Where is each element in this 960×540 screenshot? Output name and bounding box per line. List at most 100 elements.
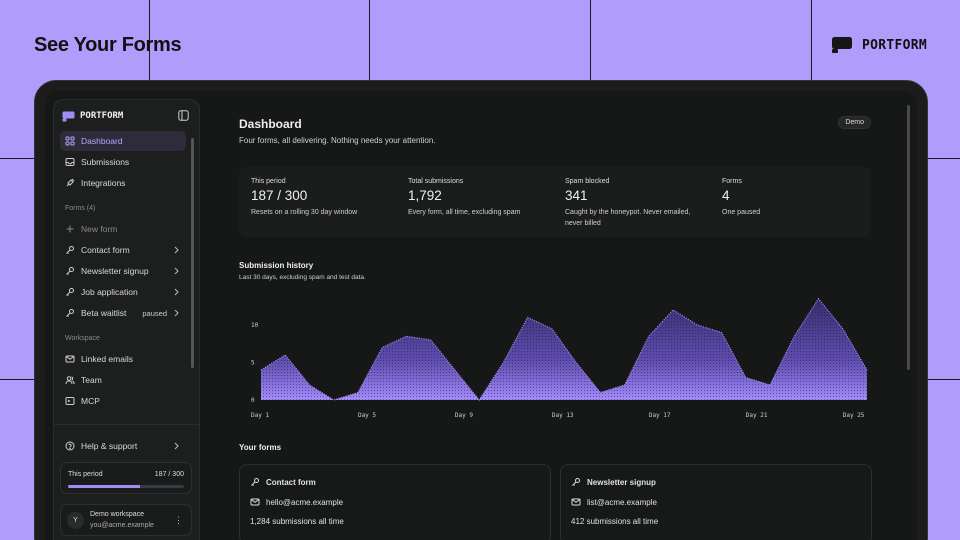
stat-this-period: This period 187 / 300 Resets on a rollin… [251, 178, 386, 218]
sidebar-toggle-icon[interactable] [178, 110, 189, 121]
form-card-contact[interactable]: Contact form hello@acme.example 1,284 su… [239, 464, 551, 540]
key-icon [572, 478, 580, 486]
form-card-title-row: Newsletter signup [571, 477, 656, 487]
x-tick-label: Day 5 [358, 412, 376, 419]
form-card-count-row: 412 submissions all time [571, 517, 658, 526]
workspace-name: Demo workspace [90, 511, 145, 518]
key-icon [66, 246, 74, 254]
usage-progress-fill [68, 485, 141, 488]
form-card-email: list@acme.example [587, 497, 657, 507]
sidebar-brand: PORTFORM [80, 111, 124, 121]
key-icon [66, 267, 74, 275]
poster-title: See Your Forms [34, 34, 182, 56]
x-tick-label: Day 1 [251, 412, 269, 419]
more-vertical-icon[interactable]: ⋮ [174, 515, 183, 526]
nav-label: MCP [81, 396, 100, 406]
portform-logo-icon [831, 37, 852, 53]
sidebar-scrollbar[interactable] [191, 138, 194, 368]
y-tick-label: 0 [251, 397, 255, 404]
key-icon [251, 478, 259, 486]
nav-dashboard[interactable]: Dashboard [60, 131, 186, 151]
usage-label: This period [68, 471, 103, 478]
x-tick-label: Day 25 [843, 412, 865, 419]
help-support-link[interactable]: Help & support [60, 436, 186, 456]
forms-section-label: Forms (4) [65, 205, 96, 212]
form-label: Beta waitlist [81, 308, 127, 318]
portform-logo-icon [62, 111, 75, 121]
users-icon [65, 376, 75, 385]
nav-label: Dashboard [81, 136, 123, 146]
grid-line [369, 0, 370, 80]
page-title: Dashboard [239, 117, 302, 131]
stat-spam-blocked: Spam blocked 341 Caught by the honeypot.… [565, 178, 700, 229]
submission-history-chart: 0 5 10 Day 1 Day 5 Day 9 Day 13 Day 17 Day 21 Day… [251, 297, 868, 419]
plug-icon [66, 178, 75, 187]
stat-value: 341 [565, 188, 588, 203]
stat-desc: Caught by the honeypot. Never emailed, n… [565, 209, 691, 227]
nav-label: Team [81, 375, 102, 385]
terminal-icon [65, 397, 75, 405]
brand-logo: PORTFORM [831, 36, 927, 54]
sidebar-form-newsletter[interactable]: Newsletter signup [60, 261, 186, 281]
chart-title: Submission history [239, 261, 314, 270]
mail-icon [571, 498, 581, 506]
your-forms-heading: Your forms [239, 443, 282, 452]
chevron-right-icon [174, 442, 179, 450]
form-card-email: hello@acme.example [266, 497, 344, 507]
form-label: Job application [81, 287, 138, 297]
usage-card: This period 187 / 300 [60, 462, 192, 494]
stat-value: 1,792 [408, 188, 442, 203]
key-icon [66, 288, 74, 296]
area-series-texture [261, 298, 867, 400]
device-frame: PORTFORM Dashboard Submissions Integrati… [34, 80, 928, 540]
stat-label: Forms [722, 178, 742, 185]
grid-icon [65, 136, 75, 146]
chevron-right-icon [174, 267, 179, 275]
nav-label: Submissions [81, 157, 130, 167]
paused-tag: paused [142, 308, 167, 318]
stat-label: This period [251, 178, 286, 185]
form-label: Contact form [81, 245, 130, 255]
sidebar-form-contact[interactable]: Contact form [60, 240, 186, 260]
stat-value: 4 [722, 188, 730, 203]
main-scrollbar[interactable] [907, 105, 910, 370]
form-card-count: 1,284 submissions all time [250, 517, 344, 526]
form-card-count: 412 submissions all time [571, 517, 659, 526]
nav-label: Integrations [81, 178, 126, 188]
nav-linked-emails[interactable]: Linked emails [60, 349, 186, 369]
account-switcher[interactable]: Y Demo workspace you@acme.example ⋮ [60, 504, 192, 536]
demo-badge: Demo [838, 116, 871, 129]
form-card-name: Newsletter signup [587, 477, 656, 487]
form-card-newsletter[interactable]: Newsletter signup list@acme.example 412 … [560, 464, 872, 540]
plus-icon [66, 225, 74, 233]
sidebar-header: PORTFORM [62, 109, 191, 123]
form-label: Newsletter signup [81, 266, 149, 276]
stat-forms: Forms 4 One paused [722, 178, 857, 218]
sidebar: PORTFORM Dashboard Submissions Integrati… [53, 99, 200, 540]
grid-line [928, 158, 960, 159]
avatar: Y [67, 512, 84, 529]
stat-total-submissions: Total submissions 1,792 Every form, all … [408, 178, 543, 218]
mail-icon [250, 498, 260, 506]
sidebar-form-job[interactable]: Job application [60, 282, 186, 302]
help-label: Help & support [81, 441, 138, 451]
nav-submissions[interactable]: Submissions [60, 152, 186, 172]
inbox-icon [65, 158, 75, 166]
brand-name: PORTFORM [861, 37, 927, 53]
nav-team[interactable]: Team [60, 370, 186, 390]
account-email: you@acme.example [90, 522, 154, 529]
app-screen: PORTFORM Dashboard Submissions Integrati… [45, 91, 917, 540]
form-card-email-row: hello@acme.example [250, 497, 343, 507]
grid-line [928, 379, 960, 380]
new-form-button[interactable]: New form [60, 219, 186, 239]
chart-subtitle: Last 30 days, excluding spam and test da… [239, 274, 366, 281]
form-card-title-row: Contact form [250, 477, 316, 487]
stat-desc: Resets on a rolling 30 day window [251, 209, 358, 216]
grid-line [811, 0, 812, 80]
nav-integrations[interactable]: Integrations [60, 173, 186, 193]
form-card-email-row: list@acme.example [571, 497, 657, 507]
usage-value: 187 / 300 [154, 471, 184, 478]
nav-mcp[interactable]: MCP [60, 391, 186, 411]
x-tick-label: Day 17 [649, 412, 671, 419]
sidebar-form-beta[interactable]: Beta waitlist paused [60, 303, 186, 323]
